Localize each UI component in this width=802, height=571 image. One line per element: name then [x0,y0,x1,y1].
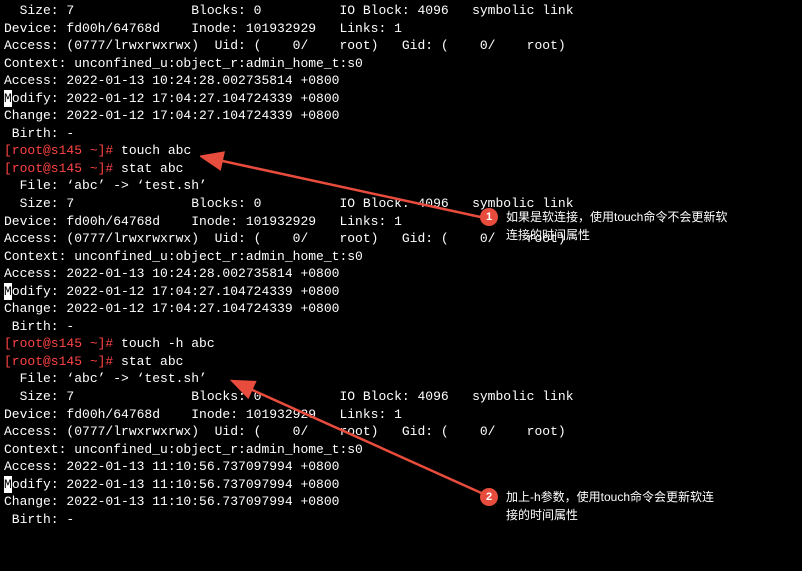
command-line-touch-h[interactable]: [root@s145 ~]# touch -h abc [4,335,798,353]
shell-prompt: [root@s145 ~]# [4,336,121,351]
stat-access-perm-line: Access: (0777/lrwxrwxrwx) Uid: ( 0/ root… [4,37,798,55]
stat-context-line: Context: unconfined_u:object_r:admin_hom… [4,441,798,459]
annotation-badge-2: 2 [480,488,498,506]
annotation-text-2a: 加上-h参数，使用touch命令会更新软连 [506,490,714,504]
command-line-stat[interactable]: [root@s145 ~]# stat abc [4,353,798,371]
command-text: stat abc [121,354,183,369]
annotation-text-1a: 如果是软连接，使用touch命令不会更新软 [506,210,727,224]
stat-access-perm-line: Access: (0777/lrwxrwxrwx) Uid: ( 0/ root… [4,423,798,441]
stat-access-time-line: Access: 2022-01-13 11:10:56.737097994 +0… [4,458,798,476]
modify-first-letter: M [4,476,12,494]
stat-context-line: Context: unconfined_u:object_r:admin_hom… [4,55,798,73]
stat-device-line: Device: fd00h/64768d Inode: 101932929 Li… [4,406,798,424]
command-line-touch[interactable]: [root@s145 ~]# touch abc [4,142,798,160]
stat-birth-line: Birth: - [4,318,798,336]
annotation-badge-1: 1 [480,208,498,226]
shell-prompt: [root@s145 ~]# [4,354,121,369]
command-text: stat abc [121,161,183,176]
stat-file-line: File: ‘abc’ -> ‘test.sh’ [4,370,798,388]
command-text: touch -h abc [121,336,215,351]
annotation-text-1b: 连接的时间属性 [506,226,790,244]
stat-file-line: File: ‘abc’ -> ‘test.sh’ [4,177,798,195]
annotation-2: 2 加上-h参数，使用touch命令会更新软连 接的时间属性 [480,487,790,524]
stat-device-line: Device: fd00h/64768d Inode: 101932929 Li… [4,20,798,38]
stat-context-line: Context: unconfined_u:object_r:admin_hom… [4,248,798,266]
stat-modify-time-line: Modify: 2022-01-12 17:04:27.104724339 +0… [4,90,798,108]
stat-size-line: Size: 7 Blocks: 0 IO Block: 4096 symboli… [4,388,798,406]
stat-modify-time-line: Modify: 2022-01-12 17:04:27.104724339 +0… [4,283,798,301]
annotation-text-2b: 接的时间属性 [506,506,790,524]
modify-first-letter: M [4,283,12,301]
annotation-1: 1 如果是软连接，使用touch命令不会更新软 连接的时间属性 [480,207,790,244]
modify-first-letter: M [4,90,12,108]
command-text: touch abc [121,143,191,158]
shell-prompt: [root@s145 ~]# [4,161,121,176]
stat-size-line: Size: 7 Blocks: 0 IO Block: 4096 symboli… [4,2,798,20]
stat-birth-line: Birth: - [4,125,798,143]
stat-access-time-line: Access: 2022-01-13 10:24:28.002735814 +0… [4,72,798,90]
shell-prompt: [root@s145 ~]# [4,143,121,158]
command-line-stat[interactable]: [root@s145 ~]# stat abc [4,160,798,178]
stat-change-time-line: Change: 2022-01-12 17:04:27.104724339 +0… [4,107,798,125]
stat-access-time-line: Access: 2022-01-13 10:24:28.002735814 +0… [4,265,798,283]
stat-change-time-line: Change: 2022-01-12 17:04:27.104724339 +0… [4,300,798,318]
